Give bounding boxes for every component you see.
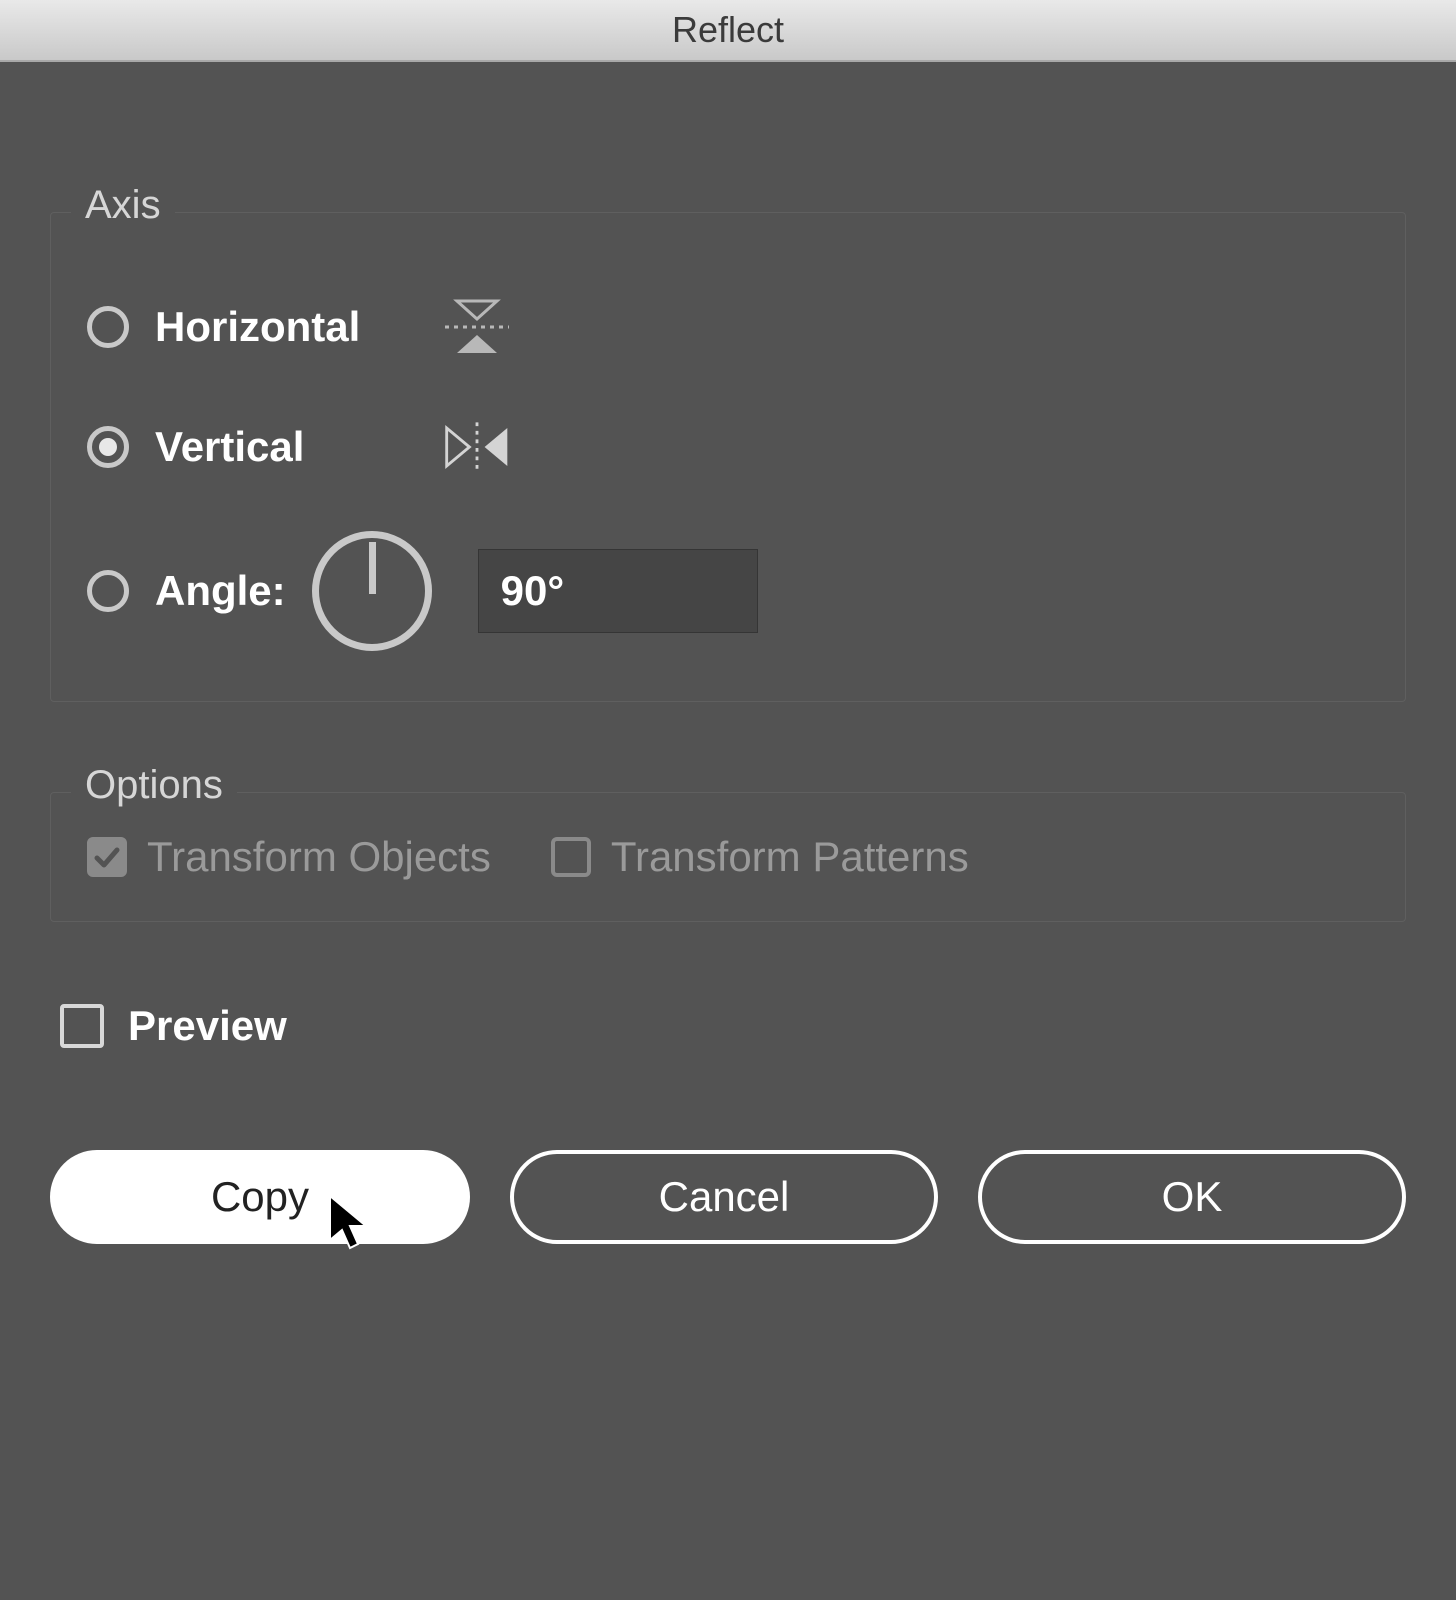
axis-angle-row[interactable]: Angle: 90° bbox=[87, 531, 1369, 651]
dialog-body: Axis Horizontal Vertical bbox=[0, 62, 1456, 1304]
axis-legend: Axis bbox=[71, 183, 175, 228]
axis-angle-radio[interactable] bbox=[87, 570, 129, 612]
preview-label: Preview bbox=[128, 1002, 388, 1050]
transform-objects-label: Transform Objects bbox=[147, 833, 491, 881]
transform-patterns-checkbox bbox=[551, 837, 591, 877]
options-group: Options Transform Objects Transform Patt… bbox=[50, 792, 1406, 922]
reflect-vertical-icon bbox=[441, 411, 513, 483]
ok-button[interactable]: OK bbox=[978, 1150, 1406, 1244]
axis-vertical-label: Vertical bbox=[155, 423, 415, 471]
options-legend: Options bbox=[71, 763, 237, 808]
axis-angle-label: Angle: bbox=[155, 567, 286, 615]
axis-group: Axis Horizontal Vertical bbox=[50, 212, 1406, 702]
axis-vertical-row[interactable]: Vertical bbox=[87, 411, 1369, 483]
button-row: Copy Cancel OK bbox=[50, 1150, 1406, 1244]
axis-horizontal-row[interactable]: Horizontal bbox=[87, 291, 1369, 363]
axis-horizontal-radio[interactable] bbox=[87, 306, 129, 348]
window-title: Reflect bbox=[672, 9, 784, 51]
axis-horizontal-label: Horizontal bbox=[155, 303, 415, 351]
titlebar: Reflect bbox=[0, 0, 1456, 62]
axis-vertical-radio[interactable] bbox=[87, 426, 129, 468]
preview-row[interactable]: Preview bbox=[60, 1002, 1406, 1050]
angle-dial-icon[interactable] bbox=[312, 531, 432, 651]
reflect-horizontal-icon bbox=[441, 291, 513, 363]
cancel-button[interactable]: Cancel bbox=[510, 1150, 938, 1244]
transform-patterns-label: Transform Patterns bbox=[611, 833, 969, 881]
transform-objects-checkbox bbox=[87, 837, 127, 877]
angle-input[interactable]: 90° bbox=[478, 549, 758, 633]
preview-checkbox[interactable] bbox=[60, 1004, 104, 1048]
copy-button[interactable]: Copy bbox=[50, 1150, 470, 1244]
